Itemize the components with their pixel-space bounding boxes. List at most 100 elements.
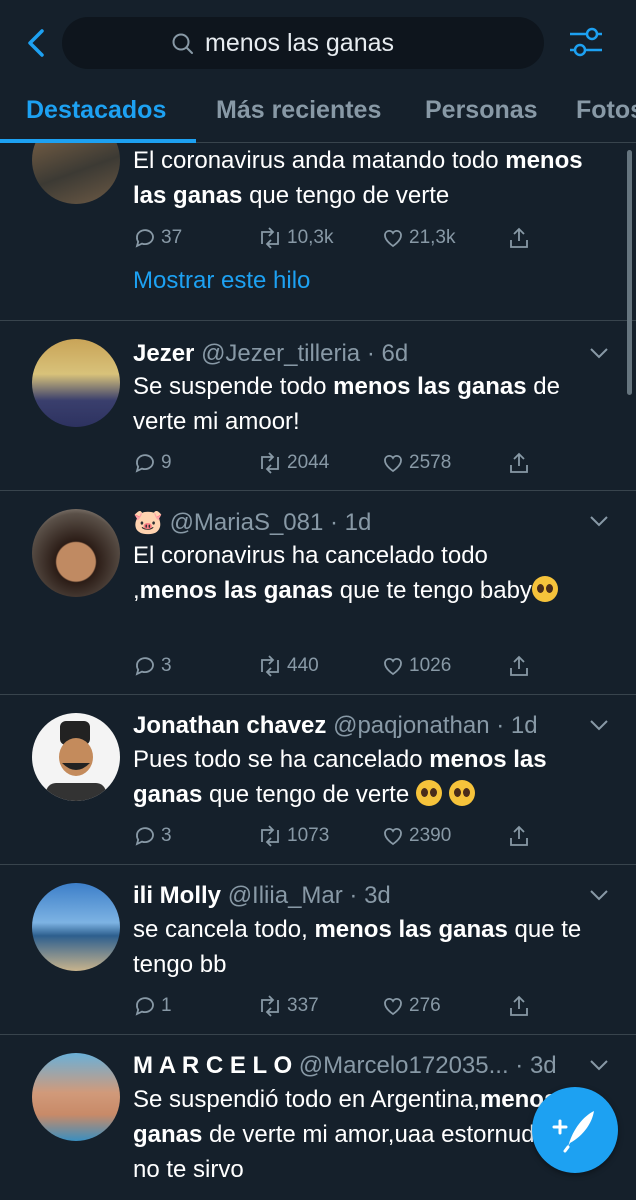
tweet[interactable]: El coronavirus anda matando todo menos l… xyxy=(0,143,636,321)
like-count: 276 xyxy=(409,995,441,1016)
share-button[interactable] xyxy=(507,991,535,1021)
display-name: 🐷 xyxy=(133,509,163,536)
reply-icon xyxy=(135,454,154,473)
tweet[interactable]: Jonathan chavez @paqjonathan · 1d Pues t… xyxy=(0,695,636,865)
heart-icon xyxy=(384,997,402,1016)
retweet-button[interactable]: 2044 xyxy=(257,448,329,478)
like-count: 2390 xyxy=(409,825,452,846)
tweet-actions: 9 2044 2578 xyxy=(133,448,533,482)
chevron-down-icon[interactable] xyxy=(588,718,610,732)
retweet-icon xyxy=(261,995,279,1017)
retweet-count: 440 xyxy=(287,655,319,676)
tweet-actions: 1 337 276 xyxy=(133,991,533,1025)
pleading-face-emoji-icon xyxy=(415,780,442,806)
tweet-header: M A R C E L O @Marcelo172035... · 3d xyxy=(133,1052,557,1079)
retweet-count: 1073 xyxy=(287,825,330,846)
tweet[interactable]: ili Molly @Iliia_Mar · 3d se cancela tod… xyxy=(0,865,636,1035)
display-name: ili Molly xyxy=(133,882,222,909)
tweet[interactable]: 🐷 @MariaS_081 · 1d El coronavirus ha can… xyxy=(0,491,636,695)
tweet[interactable]: Jezer @Jezer_tilleria · 6d Se suspende t… xyxy=(0,321,636,491)
tweet-text: Se suspende todo menos las ganas de vert… xyxy=(133,373,560,435)
like-button[interactable]: 21,3k xyxy=(381,223,455,253)
like-count: 1026 xyxy=(409,655,452,676)
handle: @paqjonathan xyxy=(333,712,490,739)
avatar[interactable] xyxy=(32,143,120,204)
handle: @MariaS_081 xyxy=(169,509,324,536)
reply-button[interactable]: 9 xyxy=(133,448,172,478)
share-button[interactable] xyxy=(507,821,535,851)
back-arrow-icon[interactable] xyxy=(22,26,52,60)
reply-count: 3 xyxy=(161,655,172,676)
chevron-down-icon[interactable] xyxy=(588,1058,610,1072)
tweet-header: ili Molly @Iliia_Mar · 3d xyxy=(133,882,391,909)
retweet-button[interactable]: 1073 xyxy=(257,821,329,851)
reply-count: 37 xyxy=(161,227,183,248)
cartoon-avatar-icon xyxy=(46,721,106,801)
search-icon xyxy=(172,33,193,54)
avatar[interactable] xyxy=(32,339,120,427)
like-button[interactable]: 276 xyxy=(381,991,441,1021)
reply-icon xyxy=(135,229,154,248)
retweet-count: 10,3k xyxy=(287,227,334,248)
retweet-button[interactable]: 10,3k xyxy=(257,223,333,253)
handle: @Marcelo172035... xyxy=(298,1052,509,1079)
reply-count: 3 xyxy=(161,825,172,846)
reply-icon xyxy=(135,827,154,846)
show-thread-link[interactable]: Mostrar este hilo xyxy=(133,267,310,295)
tweet-feed[interactable]: El coronavirus anda matando todo menos l… xyxy=(0,143,636,1200)
heart-icon xyxy=(384,229,402,248)
tweet-header: Jezer @Jezer_tilleria · 6d xyxy=(133,340,409,367)
tweet-text: Pues todo se ha cancelado menos las gana… xyxy=(133,746,547,808)
timestamp: 1d xyxy=(510,712,538,739)
search-query: menos las ganas xyxy=(205,29,395,57)
retweet-icon xyxy=(261,452,279,474)
tab-mas-recientes[interactable]: Más recientes xyxy=(216,96,381,125)
tab-fotos[interactable]: Fotos xyxy=(576,96,636,125)
chevron-down-icon[interactable] xyxy=(588,346,610,360)
share-button[interactable] xyxy=(507,651,535,681)
tweet-text: El coronavirus anda matando todo menos l… xyxy=(133,147,583,209)
avatar[interactable] xyxy=(32,509,120,597)
share-button[interactable] xyxy=(507,448,535,478)
retweet-button[interactable]: 337 xyxy=(257,991,319,1021)
share-icon xyxy=(510,227,528,248)
handle: @Iliia_Mar xyxy=(227,882,343,909)
retweet-button[interactable]: 440 xyxy=(257,651,319,681)
tweet-actions: 3 1073 2390 xyxy=(133,821,533,855)
avatar[interactable] xyxy=(32,1053,120,1141)
compose-tweet-button[interactable] xyxy=(532,1087,618,1173)
reply-button[interactable]: 3 xyxy=(133,821,172,851)
search-input[interactable]: menos las ganas xyxy=(62,17,544,69)
timestamp: 1d xyxy=(344,509,372,536)
like-button[interactable]: 2390 xyxy=(381,821,451,851)
share-icon xyxy=(510,655,528,676)
retweet-icon xyxy=(261,825,279,847)
compose-feather-icon xyxy=(552,1111,594,1153)
tab-destacados[interactable]: Destacados xyxy=(26,96,166,125)
pleading-face-emoji-icon xyxy=(448,780,475,806)
share-button[interactable] xyxy=(507,223,535,253)
avatar[interactable] xyxy=(32,883,120,971)
retweet-icon xyxy=(261,227,279,249)
tweet-text: El coronavirus ha cancelado todo ,menos … xyxy=(133,538,573,608)
reply-button[interactable]: 37 xyxy=(133,223,182,253)
reply-button[interactable]: 1 xyxy=(133,991,172,1021)
tweet-header: 🐷 @MariaS_081 · 1d xyxy=(133,509,372,536)
filter-settings-icon[interactable] xyxy=(566,20,606,64)
share-icon xyxy=(510,995,528,1016)
top-bar: menos las ganas xyxy=(0,0,636,86)
tab-personas[interactable]: Personas xyxy=(425,96,538,125)
reply-icon xyxy=(135,997,154,1016)
timestamp: 3d xyxy=(364,882,391,909)
chevron-down-icon[interactable] xyxy=(588,888,610,902)
like-button[interactable]: 2578 xyxy=(381,448,451,478)
reply-button[interactable]: 3 xyxy=(133,651,172,681)
avatar[interactable] xyxy=(32,713,120,801)
heart-icon xyxy=(384,454,402,473)
timestamp: 6d xyxy=(381,340,409,367)
like-button[interactable]: 1026 xyxy=(381,651,451,681)
display-name: M A R C E L O xyxy=(133,1052,293,1079)
reply-count: 9 xyxy=(161,452,172,473)
chevron-down-icon[interactable] xyxy=(588,514,610,528)
scrollbar[interactable] xyxy=(627,150,632,395)
